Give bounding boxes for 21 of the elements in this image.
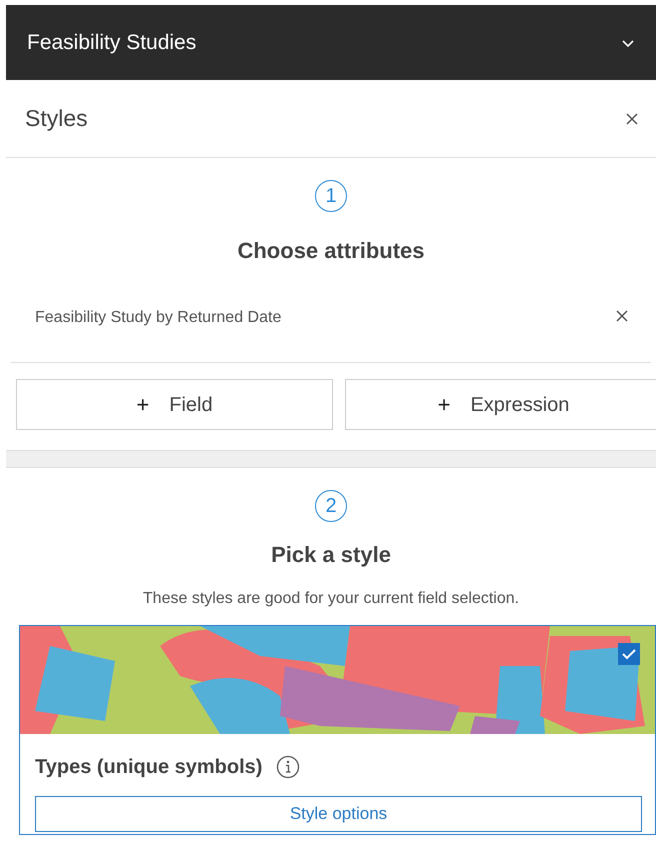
plus-icon: +	[136, 388, 150, 421]
step-description: These styles are good for your current field selection.	[142, 589, 520, 609]
panel-title: Styles	[25, 104, 88, 134]
style-options-button[interactable]: Style options	[35, 796, 642, 832]
attribute-label: Feasibility Study by Returned Date	[35, 308, 282, 328]
header-title: Feasibility Studies	[27, 30, 196, 56]
add-button[interactable]: + Field	[16, 379, 333, 430]
add-button[interactable]: + Expression	[345, 379, 656, 430]
info-icon[interactable]	[276, 755, 300, 779]
step-title: Pick a style	[270, 541, 392, 569]
checkbox[interactable]	[618, 643, 640, 665]
close-icon[interactable]	[615, 309, 629, 323]
close-icon[interactable]	[625, 112, 639, 126]
style-title: Types (unique symbols)	[35, 755, 262, 780]
step-number: 2	[315, 490, 347, 522]
style-card[interactable]: Types (unique symbols) Style options	[19, 625, 656, 835]
check-icon	[621, 647, 637, 661]
chevron-icon[interactable]	[621, 38, 635, 48]
step-title: Choose attributes	[236, 237, 426, 265]
plus-icon: +	[438, 388, 450, 421]
step-number: 1	[315, 180, 347, 212]
